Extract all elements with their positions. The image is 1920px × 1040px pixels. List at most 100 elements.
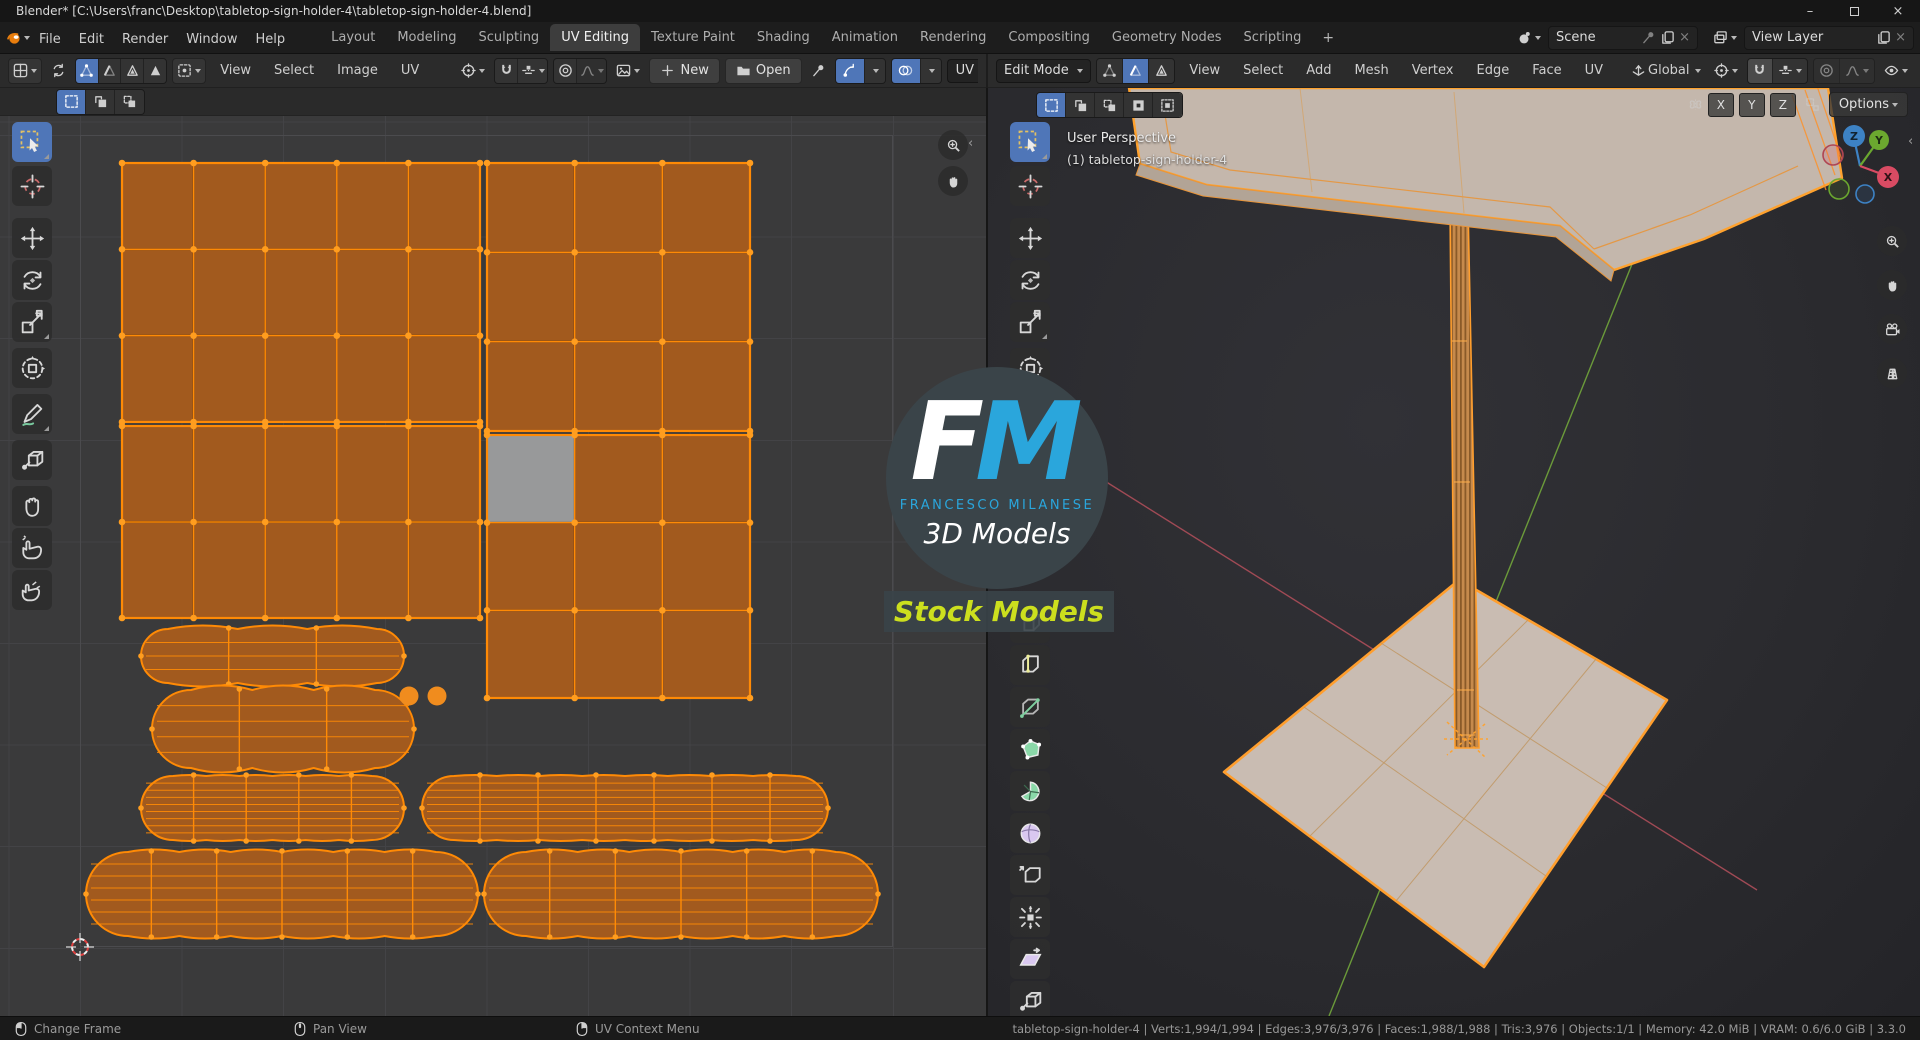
viewport-3d[interactable]: User Perspective (1) tabletop-sign-holde… bbox=[986, 88, 1920, 1016]
tool-annotate[interactable] bbox=[12, 394, 52, 434]
vp-menu-view[interactable]: View bbox=[1180, 60, 1229, 81]
blender-menu-icon[interactable] bbox=[6, 30, 30, 45]
menu-edit[interactable]: Edit bbox=[70, 29, 113, 50]
edge-mode-button[interactable] bbox=[1123, 59, 1149, 83]
tool-spin[interactable] bbox=[1010, 771, 1050, 811]
uv-select-subtract-button[interactable] bbox=[115, 90, 144, 114]
vertex-mode-button[interactable] bbox=[1097, 59, 1123, 83]
tool-shrink-fatten[interactable] bbox=[1010, 897, 1050, 937]
tool-shear[interactable] bbox=[1010, 939, 1050, 979]
uv-snap-options[interactable] bbox=[518, 59, 547, 83]
menu-file[interactable]: File bbox=[30, 29, 70, 50]
workspace-tab-texture-paint[interactable]: Texture Paint bbox=[640, 24, 746, 51]
uv-proportional-toggle[interactable] bbox=[554, 59, 577, 83]
open-image-button[interactable]: Open bbox=[725, 58, 802, 84]
vp-menu-edge[interactable]: Edge bbox=[1467, 60, 1518, 81]
workspace-tab-layout[interactable]: Layout bbox=[320, 24, 386, 51]
workspace-tab-shading[interactable]: Shading bbox=[746, 24, 821, 51]
vp-select-subtract-button[interactable] bbox=[1095, 93, 1124, 117]
view-layer-browse-button[interactable] bbox=[1709, 28, 1741, 47]
tool-edge-slide[interactable] bbox=[1010, 855, 1050, 895]
uv-snap-toggle[interactable] bbox=[495, 59, 518, 83]
tool-cursor-2d[interactable] bbox=[12, 166, 52, 206]
sticky-selection-button[interactable] bbox=[172, 58, 206, 84]
tool-tweak-select[interactable] bbox=[1010, 122, 1050, 162]
vp-menu-select[interactable]: Select bbox=[1234, 60, 1292, 81]
uv-gizmo-toggle[interactable] bbox=[836, 59, 865, 83]
uv-editor-canvas[interactable]: ‹ bbox=[0, 88, 986, 1016]
editor-type-button[interactable] bbox=[8, 58, 42, 84]
tool-relax[interactable] bbox=[12, 528, 52, 568]
tool-rip-region[interactable] bbox=[1010, 981, 1050, 1021]
vp-menu-vertex[interactable]: Vertex bbox=[1403, 60, 1463, 81]
uv-select-edge-button[interactable] bbox=[99, 59, 122, 83]
unlink-scene-icon[interactable]: × bbox=[1679, 30, 1690, 45]
tool-rip-region[interactable] bbox=[12, 440, 52, 480]
uv-pan-button[interactable] bbox=[938, 166, 968, 196]
workspace-tab-modeling[interactable]: Modeling bbox=[386, 24, 467, 51]
pin-image-button[interactable] bbox=[807, 61, 830, 80]
workspace-tab-geometry-nodes[interactable]: Geometry Nodes bbox=[1101, 24, 1233, 51]
image-browse-button[interactable] bbox=[612, 61, 644, 80]
tool-smooth[interactable] bbox=[1010, 813, 1050, 853]
mirror-x-button[interactable]: X bbox=[1708, 93, 1734, 117]
tool-cursor-2d[interactable] bbox=[1010, 166, 1050, 206]
vp-menu-face[interactable]: Face bbox=[1523, 60, 1570, 81]
transform-orientation-button[interactable]: Global bbox=[1627, 58, 1704, 83]
workspace-tab-animation[interactable]: Animation bbox=[821, 24, 909, 51]
workspace-tab-compositing[interactable]: Compositing bbox=[997, 24, 1101, 51]
vp-snap-options[interactable] bbox=[1773, 59, 1807, 83]
vp-select-extend-button[interactable] bbox=[1066, 93, 1095, 117]
uv-select-island-button[interactable] bbox=[144, 59, 166, 83]
uv-pivot-button[interactable] bbox=[457, 61, 489, 80]
vp-select-difference-button[interactable] bbox=[1124, 93, 1153, 117]
menu-help[interactable]: Help bbox=[247, 29, 295, 50]
vp-select-intersect-button[interactable] bbox=[1153, 93, 1182, 117]
nav-ortho-button[interactable] bbox=[1877, 358, 1907, 388]
options-button[interactable]: Options bbox=[1829, 92, 1908, 117]
tool-loop-cut[interactable] bbox=[1010, 645, 1050, 685]
vp-falloff-dropdown[interactable] bbox=[1840, 59, 1874, 83]
tool-poly-build[interactable] bbox=[1010, 729, 1050, 769]
scene-browse-button[interactable] bbox=[1513, 28, 1545, 47]
uv-region-collapse-icon[interactable]: ‹ bbox=[968, 136, 973, 151]
tool-move[interactable] bbox=[1010, 218, 1050, 258]
vp-menu-uv[interactable]: UV bbox=[1576, 60, 1612, 81]
mirror-y-button[interactable]: Y bbox=[1739, 93, 1765, 117]
uv-menu-image[interactable]: Image bbox=[328, 60, 387, 81]
nav-pan-button[interactable] bbox=[1877, 270, 1907, 300]
vp-menu-mesh[interactable]: Mesh bbox=[1345, 60, 1397, 81]
add-workspace-button[interactable]: + bbox=[1312, 26, 1344, 50]
uv-menu-uv[interactable]: UV bbox=[392, 60, 428, 81]
workspace-tab-sculpting[interactable]: Sculpting bbox=[467, 24, 550, 51]
uv-overlays-options[interactable] bbox=[921, 59, 941, 83]
new-image-button[interactable]: New bbox=[649, 58, 719, 84]
vp-proportional-toggle[interactable] bbox=[1814, 59, 1840, 83]
remove-view-layer-icon[interactable]: × bbox=[1895, 30, 1906, 45]
uv-select-new-button[interactable] bbox=[57, 90, 86, 114]
tool-transform[interactable] bbox=[12, 348, 52, 388]
tool-pinch[interactable] bbox=[12, 570, 52, 610]
workspace-tab-rendering[interactable]: Rendering bbox=[909, 24, 997, 51]
tool-scale[interactable] bbox=[1010, 302, 1050, 342]
menu-window[interactable]: Window bbox=[177, 29, 246, 50]
uv-menu-select[interactable]: Select bbox=[265, 60, 323, 81]
tool-scale[interactable] bbox=[12, 302, 52, 342]
uv-gizmo-options[interactable] bbox=[865, 59, 885, 83]
face-mode-button[interactable] bbox=[1149, 59, 1175, 83]
maximize-button[interactable] bbox=[1832, 0, 1876, 22]
close-button[interactable]: × bbox=[1876, 0, 1920, 22]
minimize-button[interactable]: – bbox=[1788, 0, 1832, 22]
uv-sync-toggle[interactable] bbox=[47, 61, 70, 80]
nav-zoom-button[interactable] bbox=[1877, 226, 1907, 256]
workspace-tab-scripting[interactable]: Scripting bbox=[1233, 24, 1313, 51]
uv-select-extend-button[interactable] bbox=[86, 90, 115, 114]
nav-camera-button[interactable] bbox=[1877, 314, 1907, 344]
navigation-gizmo[interactable]: ZYX bbox=[1814, 118, 1914, 218]
uv-clipped-button[interactable]: UV bbox=[947, 59, 978, 83]
scene-selector[interactable]: Scene× bbox=[1548, 26, 1698, 50]
uv-zoom-button[interactable] bbox=[938, 130, 968, 160]
vp-menu-add[interactable]: Add bbox=[1297, 60, 1340, 81]
view-layer-selector[interactable]: View Layer× bbox=[1744, 26, 1914, 50]
mode-selector[interactable]: Edit Mode bbox=[996, 59, 1091, 83]
